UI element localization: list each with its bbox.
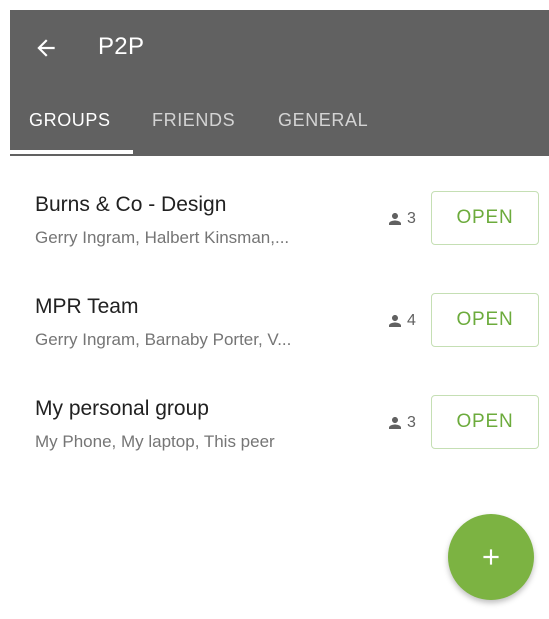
list-item: My personal group My Phone, My laptop, T… — [10, 380, 549, 482]
tab-indicator — [10, 150, 133, 154]
group-list: Burns & Co - Design Gerry Ingram, Halber… — [10, 176, 549, 482]
group-members: My Phone, My laptop, This peer — [35, 432, 275, 451]
list-item: MPR Team Gerry Ingram, Barnaby Porter, V… — [10, 278, 549, 380]
tab-groups[interactable]: GROUPS — [10, 98, 134, 156]
app-window: P2P GROUPS FRIENDS GENERAL Burns & Co - … — [10, 10, 549, 619]
open-button[interactable]: OPEN — [431, 293, 539, 347]
member-count: 3 — [386, 209, 416, 229]
group-name: MPR Team — [35, 295, 139, 318]
add-group-button[interactable] — [448, 514, 534, 600]
page-title: P2P — [98, 33, 145, 60]
tab-label: GENERAL — [278, 110, 369, 130]
tab-bar: GROUPS FRIENDS GENERAL — [10, 98, 390, 156]
back-button[interactable] — [28, 30, 64, 66]
arrow-left-icon — [37, 39, 55, 57]
person-icon — [389, 315, 401, 327]
open-button[interactable]: OPEN — [431, 395, 539, 449]
member-count: 3 — [386, 413, 416, 433]
tab-general[interactable]: GENERAL — [260, 98, 390, 156]
app-bar: P2P GROUPS FRIENDS GENERAL — [10, 10, 549, 156]
person-icon — [389, 213, 401, 225]
member-count-value: 3 — [407, 210, 416, 227]
group-name: Burns & Co - Design — [35, 193, 227, 216]
open-button[interactable]: OPEN — [431, 191, 539, 245]
group-members: Gerry Ingram, Barnaby Porter, V... — [35, 330, 292, 349]
group-name: My personal group — [35, 397, 209, 420]
member-count-value: 4 — [407, 312, 416, 329]
tab-label: GROUPS — [29, 110, 111, 130]
person-icon — [389, 417, 401, 429]
group-members: Gerry Ingram, Halbert Kinsman,... — [35, 228, 290, 247]
list-item: Burns & Co - Design Gerry Ingram, Halber… — [10, 176, 549, 278]
plus-icon — [483, 549, 499, 565]
tab-friends[interactable]: FRIENDS — [134, 98, 260, 156]
tab-label: FRIENDS — [152, 110, 236, 130]
member-count-value: 3 — [407, 414, 416, 431]
member-count: 4 — [386, 311, 416, 331]
